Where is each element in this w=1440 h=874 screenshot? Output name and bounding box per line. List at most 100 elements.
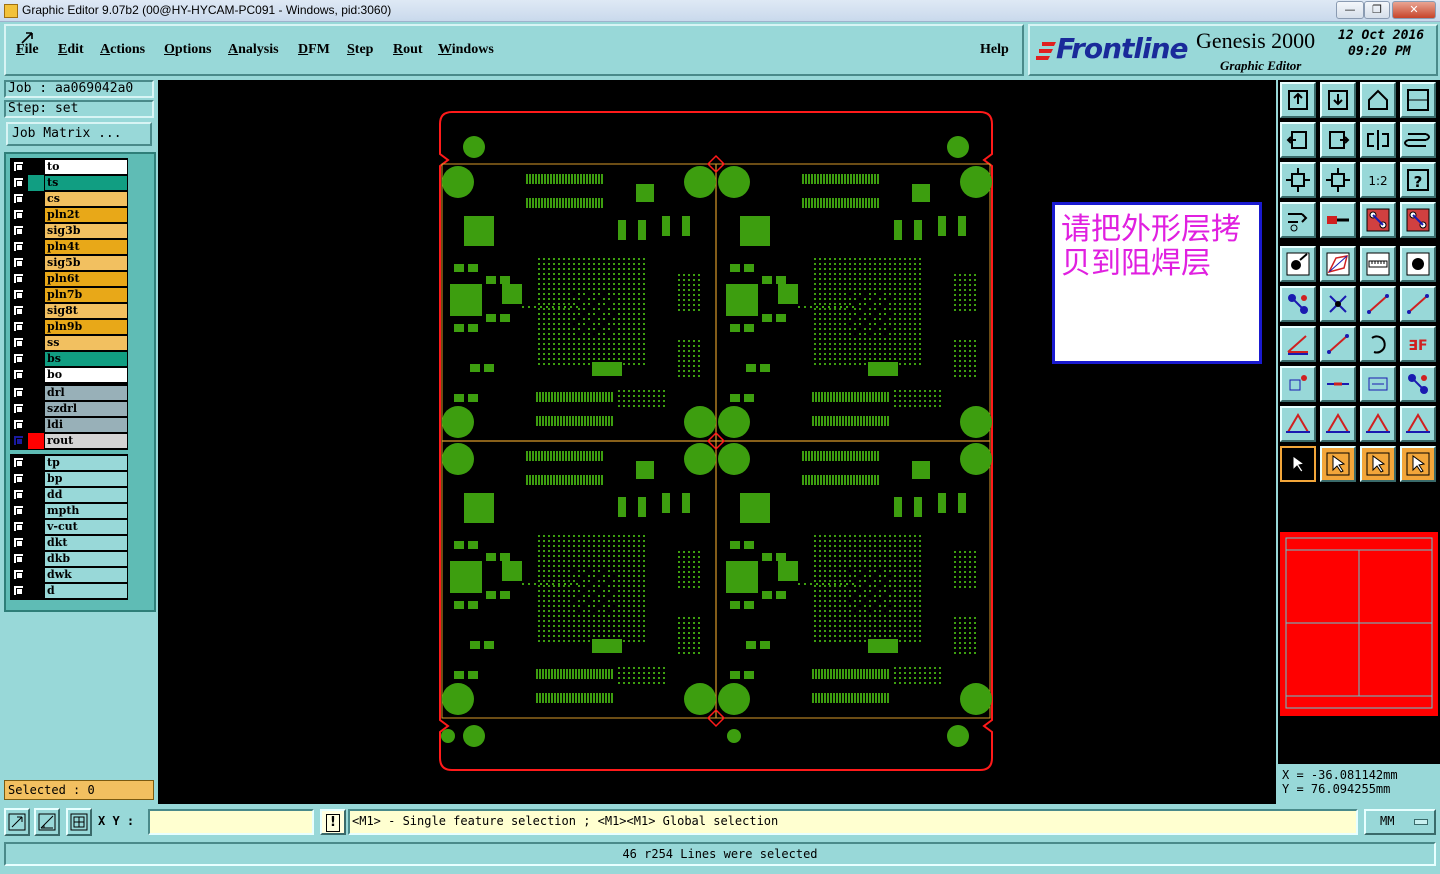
layer-red-button[interactable] <box>1360 202 1396 238</box>
select-pointer-button[interactable] <box>1280 446 1316 482</box>
menu-file[interactable]: File <box>16 42 39 58</box>
layer-checkbox[interactable] <box>13 419 24 430</box>
layer-name[interactable]: ldi <box>45 418 127 432</box>
layer-name[interactable]: cs <box>45 192 127 206</box>
layer-checkbox[interactable] <box>13 435 24 446</box>
net-button[interactable] <box>1280 286 1316 322</box>
grid-button[interactable] <box>66 808 92 836</box>
layer-row-bs[interactable]: bs <box>11 351 127 367</box>
pcb-board[interactable] <box>158 80 1276 804</box>
layer-row-drl[interactable]: drl <box>11 385 127 401</box>
layer-name[interactable]: pln4t <box>45 240 127 254</box>
layer-checkbox[interactable] <box>13 585 24 596</box>
layer-checkbox[interactable] <box>13 537 24 548</box>
layer-row-szdrl[interactable]: szdrl <box>11 401 127 417</box>
layer-name[interactable]: sig8t <box>45 304 127 318</box>
layer-row-pln7b[interactable]: pln7b <box>11 287 127 303</box>
menu-step[interactable]: Step <box>347 42 373 58</box>
dot-button[interactable] <box>1400 246 1436 282</box>
select-pointer2-button[interactable] <box>1320 446 1356 482</box>
menu-actions[interactable]: Actions <box>100 42 145 58</box>
zoom-box-button[interactable] <box>4 808 30 836</box>
feature-button[interactable] <box>1280 246 1316 282</box>
help-button[interactable]: ? <box>1400 162 1436 198</box>
step-button[interactable] <box>1400 122 1436 158</box>
layer-checkbox[interactable] <box>13 177 24 188</box>
layer-name[interactable]: mpth <box>45 504 127 518</box>
layer-red2-button[interactable] <box>1400 202 1436 238</box>
layer-name[interactable]: dkb <box>45 552 127 566</box>
layer-name[interactable]: dwk <box>45 568 127 582</box>
cut-button[interactable] <box>1320 366 1356 402</box>
text-button[interactable]: ∃F <box>1400 326 1436 362</box>
layer-name[interactable]: pln2t <box>45 208 127 222</box>
letter-a2-button[interactable] <box>1400 406 1436 442</box>
line2-button[interactable] <box>1400 286 1436 322</box>
scale-1-2-button[interactable]: 1:2 <box>1360 162 1396 198</box>
layer-row-pln9b[interactable]: pln9b <box>11 319 127 335</box>
arc-button[interactable] <box>1360 326 1396 362</box>
units-select[interactable]: MM <box>1364 809 1436 835</box>
layer-row-ldi[interactable]: ldi <box>11 417 127 433</box>
line-button[interactable] <box>1360 286 1396 322</box>
layer-name[interactable]: sig5b <box>45 256 127 270</box>
layer-name[interactable]: rout <box>45 434 127 448</box>
pan-left-button[interactable] <box>1280 122 1316 158</box>
layer-name[interactable]: dkt <box>45 536 127 550</box>
layer-checkbox[interactable] <box>13 521 24 532</box>
select-route-button[interactable] <box>1400 446 1436 482</box>
zoom-fit-button[interactable] <box>1280 162 1316 198</box>
job-matrix-button[interactable]: Job Matrix ... <box>6 122 152 146</box>
move-button[interactable] <box>1280 366 1316 402</box>
layer-name[interactable]: drl <box>45 386 127 400</box>
layer-name[interactable]: ss <box>45 336 127 350</box>
menu-edit[interactable]: Edit <box>58 42 84 58</box>
layer-checkbox[interactable] <box>13 257 24 268</box>
layer-row-mpth[interactable]: mpth <box>11 503 127 519</box>
layer-checkbox[interactable] <box>13 161 24 172</box>
graphic-canvas[interactable]: 请把外形层拷贝到阻焊层 <box>158 80 1276 804</box>
layer-name[interactable]: szdrl <box>45 402 127 416</box>
layer-row-cs[interactable]: cs <box>11 191 127 207</box>
layer-checkbox[interactable] <box>13 403 24 414</box>
triangle2-button[interactable] <box>1320 406 1356 442</box>
layer-checkbox[interactable] <box>13 241 24 252</box>
layer-name[interactable]: to <box>45 160 127 174</box>
layer-checkbox[interactable] <box>13 553 24 564</box>
menu-rout[interactable]: Rout <box>393 42 423 58</box>
menu-windows[interactable]: Windows <box>438 42 494 58</box>
layer-row-pln6t[interactable]: pln6t <box>11 271 127 287</box>
layer-row-dwk[interactable]: dwk <box>11 567 127 583</box>
layer-row-to[interactable]: to <box>11 159 127 175</box>
layer-row-pln2t[interactable]: pln2t <box>11 207 127 223</box>
layer-row-tp[interactable]: tp <box>11 455 127 471</box>
home-button[interactable] <box>1360 82 1396 118</box>
select-pointer3-button[interactable] <box>1360 446 1396 482</box>
mirror-button[interactable] <box>1360 122 1396 158</box>
layer-name[interactable]: dd <box>45 488 127 502</box>
layer-checkbox[interactable] <box>13 569 24 580</box>
maximize-button[interactable]: ❐ <box>1364 1 1390 19</box>
layer-checkbox[interactable] <box>13 289 24 300</box>
slash-button[interactable] <box>1320 326 1356 362</box>
layer-checkbox[interactable] <box>13 457 24 468</box>
layer-row-bp[interactable]: bp <box>11 471 127 487</box>
ruler-button[interactable] <box>1360 246 1396 282</box>
letter-a-button[interactable] <box>1360 406 1396 442</box>
layer-row-sig5b[interactable]: sig5b <box>11 255 127 271</box>
layer-name[interactable]: bp <box>45 472 127 486</box>
layer-checkbox[interactable] <box>13 273 24 284</box>
layer-row-sig3b[interactable]: sig3b <box>11 223 127 239</box>
layer-name[interactable]: pln6t <box>45 272 127 286</box>
layer-name[interactable]: d <box>45 584 127 598</box>
layer-checkbox[interactable] <box>13 387 24 398</box>
warning-button[interactable]: ! <box>320 809 346 835</box>
layer-row-dd[interactable]: dd <box>11 487 127 503</box>
angle-button[interactable] <box>1280 326 1316 362</box>
layer-checkbox[interactable] <box>13 337 24 348</box>
layer-row-v-cut[interactable]: v-cut <box>11 519 127 535</box>
dimension-button[interactable] <box>1360 366 1396 402</box>
layer-checkbox[interactable] <box>13 505 24 516</box>
layer-checkbox[interactable] <box>13 225 24 236</box>
menu-options[interactable]: Options <box>164 42 211 58</box>
